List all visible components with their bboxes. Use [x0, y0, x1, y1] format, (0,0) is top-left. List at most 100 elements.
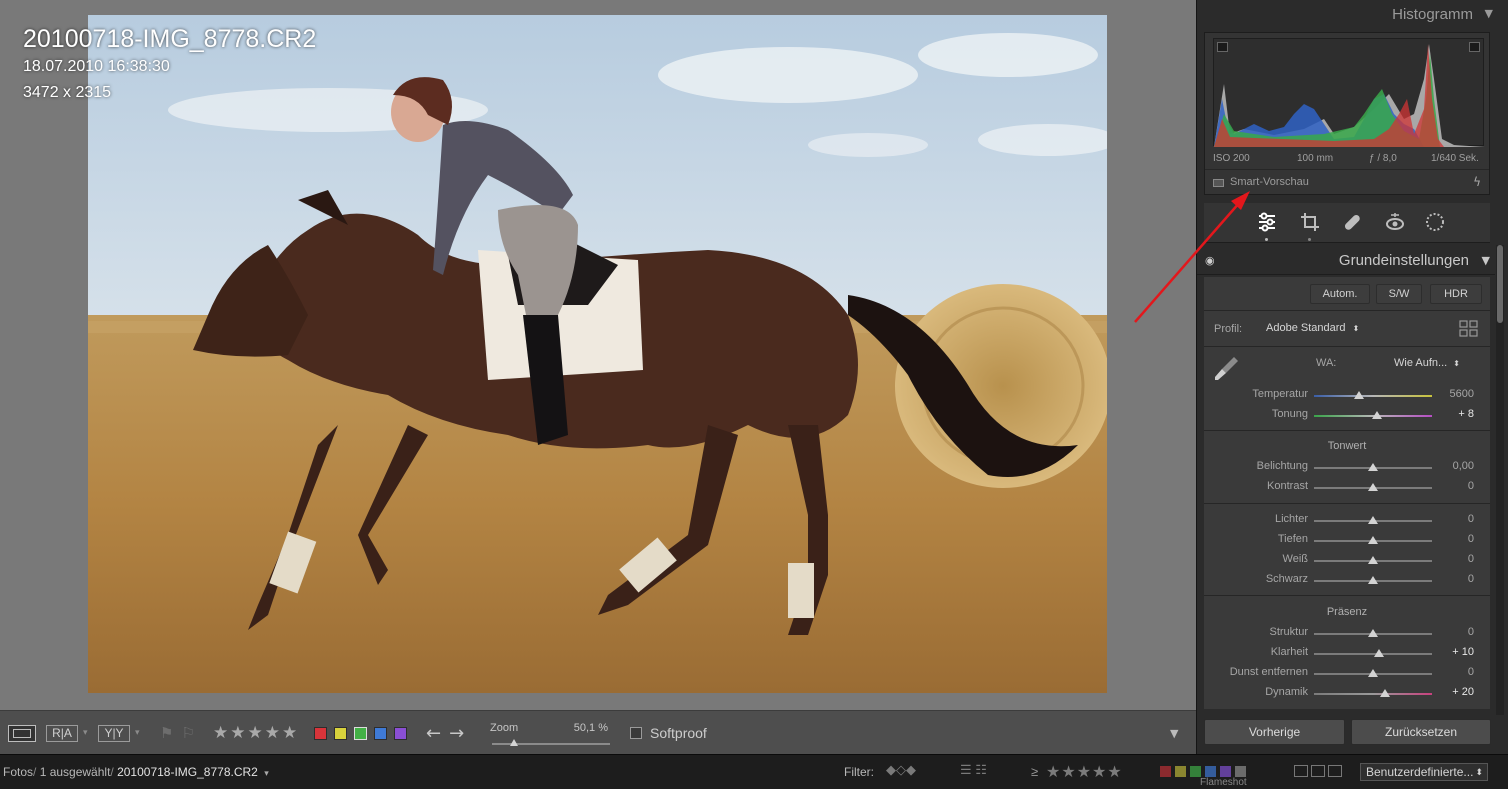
slider-thumb[interactable]: [1368, 669, 1378, 677]
color-labels[interactable]: [314, 711, 414, 755]
auto-button[interactable]: Autom.: [1310, 284, 1370, 304]
slider-value[interactable]: 0: [1414, 573, 1474, 585]
zoom-slider-thumb[interactable]: [510, 739, 519, 746]
slider-value[interactable]: + 10: [1414, 646, 1474, 658]
slider-thumb[interactable]: [1379, 689, 1390, 697]
slider-value[interactable]: 5600: [1414, 388, 1474, 400]
slider-value[interactable]: + 8: [1414, 408, 1474, 420]
loupe-viewer[interactable]: 20100718-IMG_8778.CR2 18.07.2010 16:38:3…: [0, 0, 1196, 710]
arrow-left-icon[interactable]: ←: [426, 723, 441, 744]
slider-thumb[interactable]: [1368, 629, 1378, 637]
collapse-triangle-icon[interactable]: ▼: [1482, 254, 1490, 267]
healing-icon[interactable]: [1341, 211, 1363, 233]
chevron-updown-icon[interactable]: ⬍: [1453, 359, 1460, 368]
color-filter-green[interactable]: [1190, 766, 1201, 777]
eyedropper-icon[interactable]: [1212, 353, 1242, 383]
star-icon[interactable]: ★: [265, 723, 280, 743]
before-after-toggle[interactable]: R|A: [46, 724, 78, 742]
color-filter-yellow[interactable]: [1175, 766, 1186, 777]
chevron-down-icon[interactable]: ▾: [83, 728, 88, 738]
color-label-green[interactable]: [354, 726, 367, 740]
photo-preview[interactable]: [88, 15, 1107, 693]
edit-filter-icons[interactable]: ☰ ☷: [960, 762, 987, 778]
color-filter-blue[interactable]: [1205, 766, 1216, 777]
master-photo-filter-icon[interactable]: [1294, 765, 1308, 777]
crop-icon[interactable]: [1299, 211, 1321, 233]
slider-thumb[interactable]: [1368, 483, 1378, 491]
previous-button[interactable]: Vorherige: [1204, 719, 1345, 745]
basic-panel-header[interactable]: ◉ Grundeinstellungen ▼: [1197, 247, 1495, 275]
virtual-copy-filter-icon[interactable]: [1311, 765, 1325, 777]
profile-browser-icon[interactable]: [1459, 320, 1479, 338]
slider-value[interactable]: 0: [1414, 533, 1474, 545]
star-icon[interactable]: ★: [230, 723, 245, 743]
slider-value[interactable]: 0,00: [1414, 460, 1474, 472]
reject-flag-icon[interactable]: ⚐: [181, 724, 194, 742]
color-filter-red[interactable]: [1160, 766, 1171, 777]
flag-filter-icons[interactable]: ◆◇◆: [886, 762, 916, 778]
color-filter-purple[interactable]: [1220, 766, 1231, 777]
star-filter[interactable]: ★★★★★: [1046, 762, 1123, 782]
arrow-right-icon[interactable]: →: [449, 723, 464, 744]
wb-dropdown[interactable]: Wie Aufn... ⬍: [1394, 357, 1460, 369]
star-icon[interactable]: ★: [282, 723, 297, 743]
slider-thumb[interactable]: [1373, 649, 1384, 657]
color-label-blue[interactable]: [374, 726, 387, 740]
color-filter-none[interactable]: [1235, 766, 1246, 777]
chevron-updown-icon[interactable]: ⬍: [1353, 324, 1360, 333]
slider-value[interactable]: 0: [1414, 626, 1474, 638]
toolbar-menu-icon[interactable]: ▼: [1170, 727, 1178, 740]
histogram-graph[interactable]: [1213, 38, 1485, 147]
filter-preset-dropdown[interactable]: Benutzerdefinierte... ⬍: [1360, 763, 1488, 781]
slider-thumb[interactable]: [1368, 576, 1378, 584]
mask-icon[interactable]: [1424, 211, 1446, 233]
slider-thumb[interactable]: [1368, 556, 1378, 564]
histogram-header[interactable]: Histogramm ▼: [1197, 0, 1495, 30]
star-rating[interactable]: ★ ★ ★ ★ ★: [213, 711, 299, 755]
flag-icon[interactable]: ⚑: [160, 724, 173, 742]
collapse-triangle-icon[interactable]: ▼: [1485, 7, 1493, 20]
wb-value[interactable]: Wie Aufn...: [1394, 357, 1447, 369]
profile-value[interactable]: Adobe Standard: [1266, 322, 1346, 334]
color-label-red[interactable]: [314, 726, 327, 740]
histogram-title[interactable]: Histogramm: [1392, 6, 1473, 23]
chevron-updown-icon[interactable]: ⬍: [1475, 764, 1483, 780]
filter-preset-value[interactable]: Benutzerdefinierte...: [1366, 765, 1473, 779]
reset-button[interactable]: Zurücksetzen: [1351, 719, 1491, 745]
chevron-down-icon[interactable]: ▾: [264, 768, 269, 778]
adjust-sliders-icon[interactable]: [1256, 211, 1278, 233]
eye-icon[interactable]: ◉: [1205, 254, 1215, 267]
smart-preview-label[interactable]: Smart-Vorschau: [1230, 176, 1309, 188]
breadcrumb-root[interactable]: Fotos: [3, 765, 33, 779]
loupe-view-icon[interactable]: [8, 724, 36, 742]
softproof-checkbox[interactable]: [630, 727, 642, 739]
kind-filter[interactable]: [1294, 765, 1342, 780]
hdr-button[interactable]: HDR: [1430, 284, 1482, 304]
color-label-yellow[interactable]: [334, 726, 347, 740]
video-filter-icon[interactable]: [1328, 765, 1342, 777]
bw-button[interactable]: S/W: [1376, 284, 1422, 304]
star-icon[interactable]: ★: [248, 723, 263, 743]
chevron-down-icon[interactable]: ▾: [135, 728, 140, 738]
profile-dropdown[interactable]: Adobe Standard ⬍: [1266, 322, 1359, 334]
before-after-mode[interactable]: Y|Y: [98, 724, 130, 742]
breadcrumb[interactable]: Fotos/ 1 ausgewählt/ 20100718-IMG_8778.C…: [3, 765, 269, 779]
basic-panel-title[interactable]: Grundeinstellungen: [1339, 252, 1469, 269]
slider-thumb[interactable]: [1371, 411, 1382, 419]
slider-thumb[interactable]: [1368, 463, 1378, 471]
slider-value[interactable]: + 20: [1414, 686, 1474, 698]
slider-thumb[interactable]: [1353, 391, 1364, 399]
scrollbar-thumb[interactable]: [1497, 245, 1503, 323]
redeye-icon[interactable]: [1384, 211, 1406, 233]
slider-value[interactable]: 0: [1414, 553, 1474, 565]
slider-value[interactable]: 0: [1414, 480, 1474, 492]
panel-scrollbar[interactable]: [1496, 245, 1504, 715]
softproof-label[interactable]: Softproof: [650, 725, 707, 741]
slider-value[interactable]: 0: [1414, 513, 1474, 525]
lightning-icon[interactable]: ϟ: [1473, 175, 1481, 189]
current-file[interactable]: 20100718-IMG_8778.CR2: [117, 765, 258, 779]
star-icon[interactable]: ★: [213, 723, 228, 743]
color-label-purple[interactable]: [394, 726, 407, 740]
rating-operator[interactable]: ≥: [1031, 764, 1038, 779]
zoom-control[interactable]: Zoom 50,1 %: [490, 711, 612, 755]
